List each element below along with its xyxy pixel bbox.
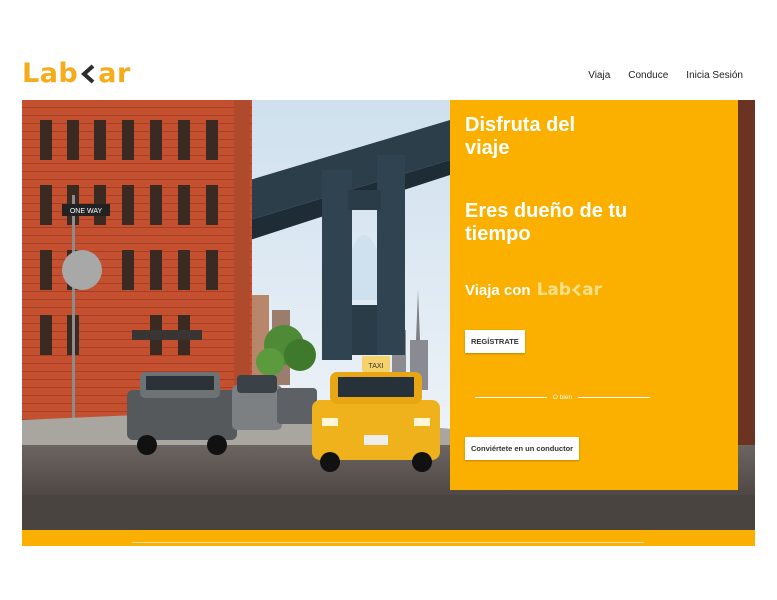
- logo-text-right: ar: [98, 58, 131, 89]
- tagline-brand-logo: Lab ar: [537, 280, 602, 300]
- chevron-left-icon: [80, 62, 96, 86]
- taxi-sign-text: TAXI: [368, 363, 383, 370]
- headline-1-line-2: viaje: [465, 137, 510, 159]
- nav-conduce[interactable]: Conduce: [628, 70, 668, 81]
- register-button[interactable]: REGÍSTRATE: [465, 330, 525, 353]
- or-divider: O bien: [475, 394, 650, 401]
- divider-line-left: [475, 397, 547, 398]
- headline-2-line-1: Eres dueño de tu: [465, 200, 628, 222]
- bottom-yellow-band: [22, 530, 755, 546]
- tagline-brand-right: ar: [582, 280, 602, 300]
- headline-eres-dueno: Eres dueño de tu tiempo: [465, 200, 627, 246]
- logo-text-left: Lab: [22, 58, 79, 89]
- brand-logo[interactable]: Lab ar: [22, 58, 131, 89]
- chevron-left-icon: [571, 283, 581, 297]
- tagline-brand-left: Lab: [536, 280, 572, 300]
- nav-viaja[interactable]: Viaja: [588, 70, 610, 81]
- bottom-band-line: [132, 542, 644, 543]
- hero-section: ONE WAY TAXI Disfruta del viaje Eres due…: [22, 100, 755, 530]
- headline-1-line-1: Disfruta del: [465, 114, 576, 136]
- divider-line-right: [578, 397, 650, 398]
- street-sign-text: ONE WAY: [70, 208, 103, 215]
- headline-disfruta: Disfruta del viaje: [465, 114, 575, 160]
- become-driver-button[interactable]: Conviértete en un conductor: [465, 437, 580, 460]
- or-text: O bien: [552, 394, 573, 401]
- tagline-text: Viaja con: [465, 282, 531, 299]
- tagline: Viaja con Lab ar: [465, 280, 602, 300]
- promo-panel: Disfruta del viaje Eres dueño de tu tiem…: [450, 100, 738, 490]
- headline-2-line-2: tiempo: [465, 223, 531, 245]
- main-nav: Viaja Conduce Inicia Sesión: [588, 70, 743, 81]
- nav-inicia-sesion[interactable]: Inicia Sesión: [686, 70, 743, 81]
